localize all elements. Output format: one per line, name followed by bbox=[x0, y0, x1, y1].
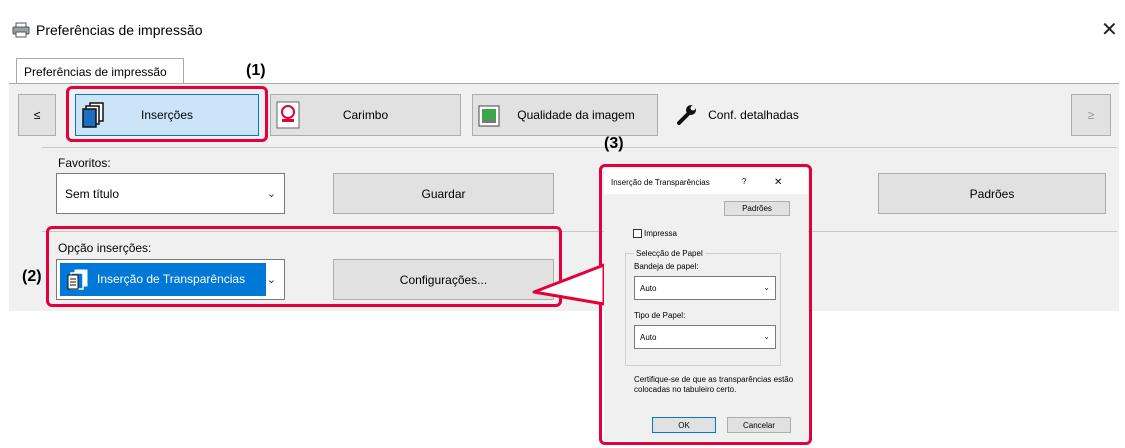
defaults-label: Padrões bbox=[969, 186, 1015, 201]
prev-arrow-icon: ≤ bbox=[33, 108, 41, 122]
window-title: Preferências de impressão bbox=[36, 22, 203, 38]
image-quality-label: Qualidade da imagem bbox=[517, 108, 635, 122]
highlight-box-1 bbox=[66, 86, 268, 142]
separator bbox=[42, 147, 1117, 148]
cancel-label: Cancelar bbox=[742, 420, 775, 430]
chevron-down-icon: ⌄ bbox=[266, 187, 276, 200]
stamp-label: Carimbo bbox=[342, 108, 389, 122]
next-arrow-icon: ≥ bbox=[1087, 108, 1095, 122]
paper-selection-title: Selecção de Papel bbox=[634, 249, 705, 258]
toolbar-next-button[interactable]: ≥ bbox=[1071, 94, 1111, 136]
chevron-down-icon: ⌄ bbox=[763, 332, 770, 342]
paper-type-select[interactable]: Auto ⌄ bbox=[634, 325, 776, 349]
paper-type-value: Auto bbox=[640, 332, 657, 342]
toolbar-item-stamp[interactable]: Carimbo bbox=[270, 94, 461, 136]
tray-value: Auto bbox=[640, 283, 657, 293]
dialog-title: Inserção de Transparências bbox=[611, 178, 710, 187]
dialog-close-icon[interactable]: ✕ bbox=[774, 177, 782, 188]
dialog-defaults-button[interactable]: Padrões bbox=[724, 201, 790, 216]
paper-type-label: Tipo de Papel: bbox=[634, 311, 686, 320]
close-icon[interactable]: ✕ bbox=[1101, 17, 1118, 42]
ok-button[interactable]: OK bbox=[652, 417, 716, 433]
print-checkbox[interactable] bbox=[633, 229, 642, 238]
stamp-icon bbox=[276, 101, 300, 129]
callout-1: (1) bbox=[246, 62, 266, 79]
tray-label: Bandeja de papel: bbox=[634, 262, 699, 271]
tray-select[interactable]: Auto ⌄ bbox=[634, 276, 776, 300]
callout-2: (2) bbox=[22, 268, 42, 285]
favorites-value: Sem título bbox=[65, 186, 120, 201]
toolbar-prev-button[interactable]: ≤ bbox=[18, 94, 56, 136]
wrench-icon bbox=[677, 105, 696, 125]
favorites-label: Favoritos: bbox=[58, 156, 111, 170]
toolbar-item-detailed-settings[interactable]: Conf. detalhadas bbox=[668, 94, 839, 136]
chevron-down-icon: ⌄ bbox=[763, 283, 770, 293]
defaults-button[interactable]: Padrões bbox=[878, 173, 1106, 214]
highlight-box-2 bbox=[46, 226, 562, 307]
callout-3: (3) bbox=[604, 135, 624, 152]
dialog-defaults-label: Padrões bbox=[742, 204, 772, 213]
pointer-arrow bbox=[532, 263, 606, 306]
favorites-select[interactable]: Sem título ⌄ bbox=[56, 173, 285, 214]
tab-print-preferences[interactable]: Preferências de impressão bbox=[16, 58, 184, 84]
printer-icon bbox=[12, 22, 30, 38]
save-button[interactable]: Guardar bbox=[333, 173, 554, 214]
save-label: Guardar bbox=[421, 186, 466, 201]
toolbar-item-image-quality[interactable]: Qualidade da imagem bbox=[472, 94, 658, 136]
image-quality-icon bbox=[478, 105, 500, 127]
detailed-settings-label: Conf. detalhadas bbox=[708, 108, 799, 122]
ok-label: OK bbox=[678, 420, 690, 430]
help-icon[interactable]: ? bbox=[742, 177, 746, 186]
cancel-button[interactable]: Cancelar bbox=[727, 417, 791, 433]
print-checkbox-label: Impressa bbox=[644, 229, 677, 238]
dialog-note: Certifique-se de que as transparências e… bbox=[634, 375, 794, 394]
